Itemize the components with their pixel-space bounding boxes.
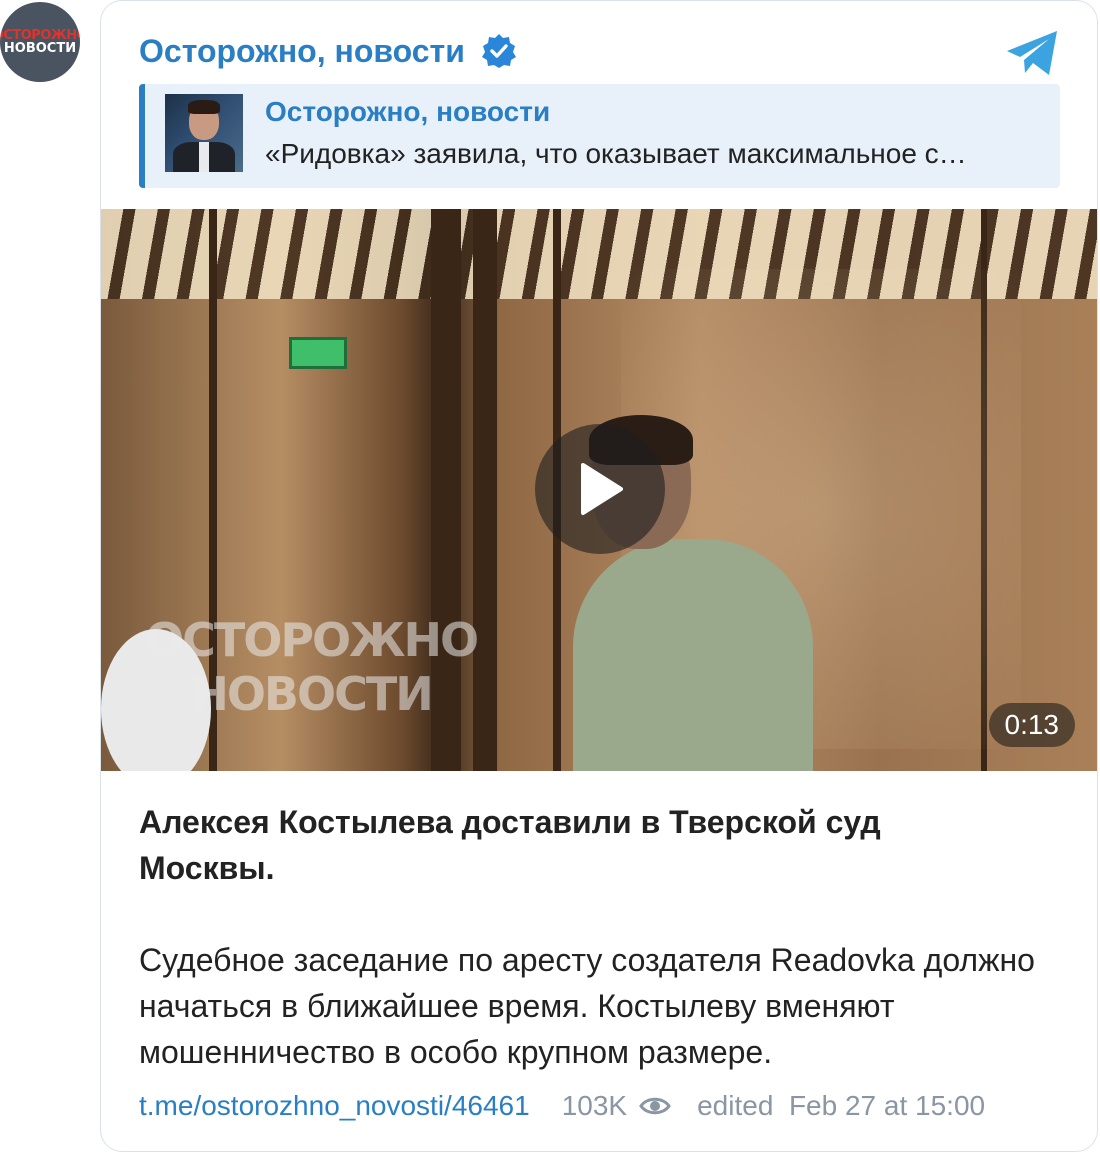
play-icon — [581, 463, 623, 515]
reply-text: «Ридовка» заявила, что оказывает максима… — [265, 138, 967, 169]
eye-icon — [639, 1097, 671, 1115]
watermark-line1: ОСТОРОЖНО — [145, 613, 479, 667]
channel-avatar[interactable]: ОСТОРОЖНО НОВОСТИ — [0, 2, 80, 82]
channel-name[interactable]: Осторожно, новости — [139, 33, 465, 70]
telegram-icon[interactable] — [1005, 29, 1061, 77]
video-duration: 0:13 — [988, 703, 1075, 747]
post-headline: Алексея Костылева доставили в Тверской с… — [139, 804, 881, 886]
reply-thumbnail — [165, 94, 243, 172]
watermark-line2: НОВОСТИ — [190, 667, 433, 721]
view-count: 103K — [561, 1090, 628, 1121]
video-player[interactable]: ОСТОРОЖНО НОВОСТИ 0:13 — [101, 209, 1097, 771]
post-footer: t.me/ostorozhno_novosti/46461 103K edite… — [139, 1085, 1061, 1127]
post-card: Осторожно, новости Осторожно, новости «Р… — [100, 0, 1098, 1152]
play-button[interactable] — [535, 424, 665, 554]
post-body: Судебное заседание по аресту создателя R… — [139, 942, 1035, 1070]
channel-header: Осторожно, новости — [139, 29, 517, 73]
reply-quote[interactable]: Осторожно, новости «Ридовка» заявила, чт… — [139, 84, 1060, 188]
avatar-logo-line2: НОВОСТИ — [3, 40, 77, 56]
edited-timestamp: edited Feb 27 at 15:00 — [697, 1090, 986, 1121]
video-watermark: ОСТОРОЖНО НОВОСТИ — [145, 613, 479, 721]
post-link[interactable]: t.me/ostorozhno_novosti/46461 — [139, 1090, 530, 1122]
exit-sign — [289, 337, 347, 369]
reply-title: Осторожно, новости — [265, 96, 551, 127]
avatar-logo-line1: ОСТОРОЖНО — [0, 27, 80, 43]
verified-check-icon — [481, 34, 516, 68]
